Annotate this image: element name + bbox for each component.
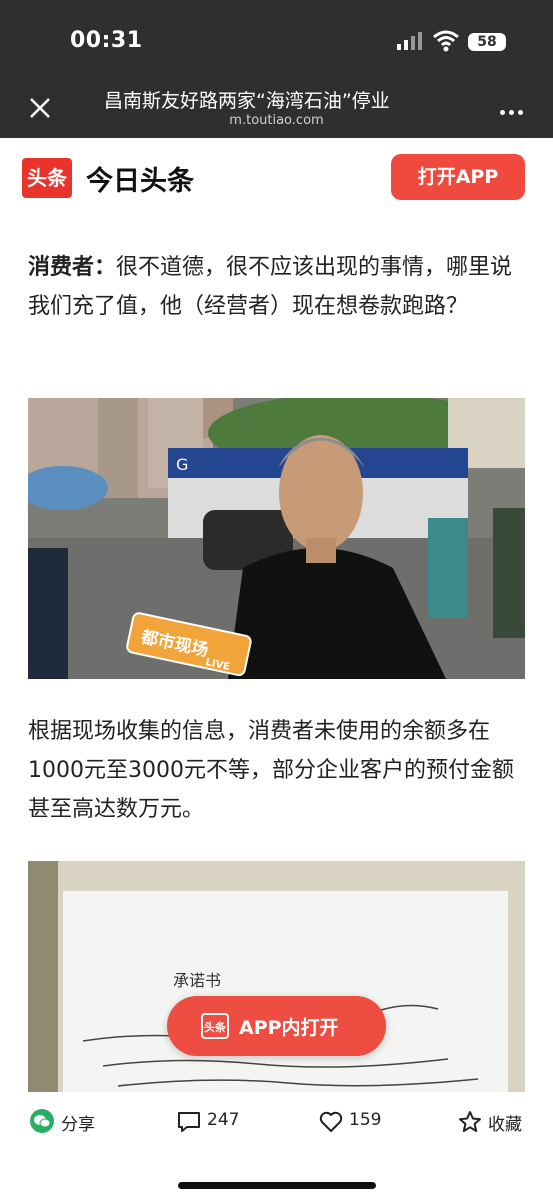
browser-nav: 昌南斯友好路两家“海湾石油”停业 m.toutiao.com <box>0 80 553 138</box>
wifi-icon <box>433 30 459 52</box>
browser-header: 00:31 58 昌南斯友好路两家“海湾石油”停业 m.toutiao.com <box>0 0 553 138</box>
article-photo-notice[interactable]: 承诺书 <box>28 861 525 1096</box>
station-sign-letter: G <box>176 455 188 474</box>
heart-icon <box>319 1111 343 1132</box>
interview-photo: G 都市现场 LIVE <box>28 398 525 679</box>
open-app-button[interactable]: 打开APP <box>391 154 525 200</box>
page-url: m.toutiao.com <box>229 113 324 128</box>
comment-count: 247 <box>207 1110 240 1130</box>
notice-heading: 承诺书 <box>173 971 221 990</box>
article-paragraph-2: 根据现场收集的信息，消费者未使用的余额多在1000元至3000元不等，部分企业客… <box>28 719 514 822</box>
favorite-label: 收藏 <box>488 1115 522 1135</box>
article-paragraph-1: 消费者：很不道德，很不应该出现的事情，哪里说我们充了值，他（经营者）现在想卷款跑… <box>28 248 528 326</box>
open-in-app-label: APP内打开 <box>239 1017 339 1039</box>
notice-photo: 承诺书 <box>28 861 525 1096</box>
comment-icon <box>178 1112 200 1132</box>
article-photo-interview[interactable]: G 都市现场 LIVE <box>28 398 525 679</box>
page-title: 昌南斯友好路两家“海湾石油”停业 <box>104 90 390 112</box>
status-bar: 00:31 58 <box>0 0 553 80</box>
wechat-icon <box>30 1109 54 1133</box>
like-count: 159 <box>349 1110 382 1130</box>
star-icon <box>459 1111 481 1132</box>
more-icon[interactable] <box>500 100 528 115</box>
share-label: 分享 <box>61 1115 95 1135</box>
home-indicator[interactable] <box>178 1182 376 1189</box>
cellular-signal-icon <box>397 32 422 50</box>
toutiao-mini-logo: 头条 <box>201 1013 229 1039</box>
app-banner: 头条 今日头条 打开APP <box>0 138 553 218</box>
speaker-label: 消费者： <box>28 255 117 280</box>
open-in-app-button[interactable]: 头条 APP内打开 <box>167 996 386 1056</box>
status-time: 00:31 <box>70 28 143 53</box>
toutiao-logo: 头条 <box>22 158 72 198</box>
brand-name: 今日头条 <box>86 166 194 197</box>
battery-indicator: 58 <box>468 33 506 51</box>
